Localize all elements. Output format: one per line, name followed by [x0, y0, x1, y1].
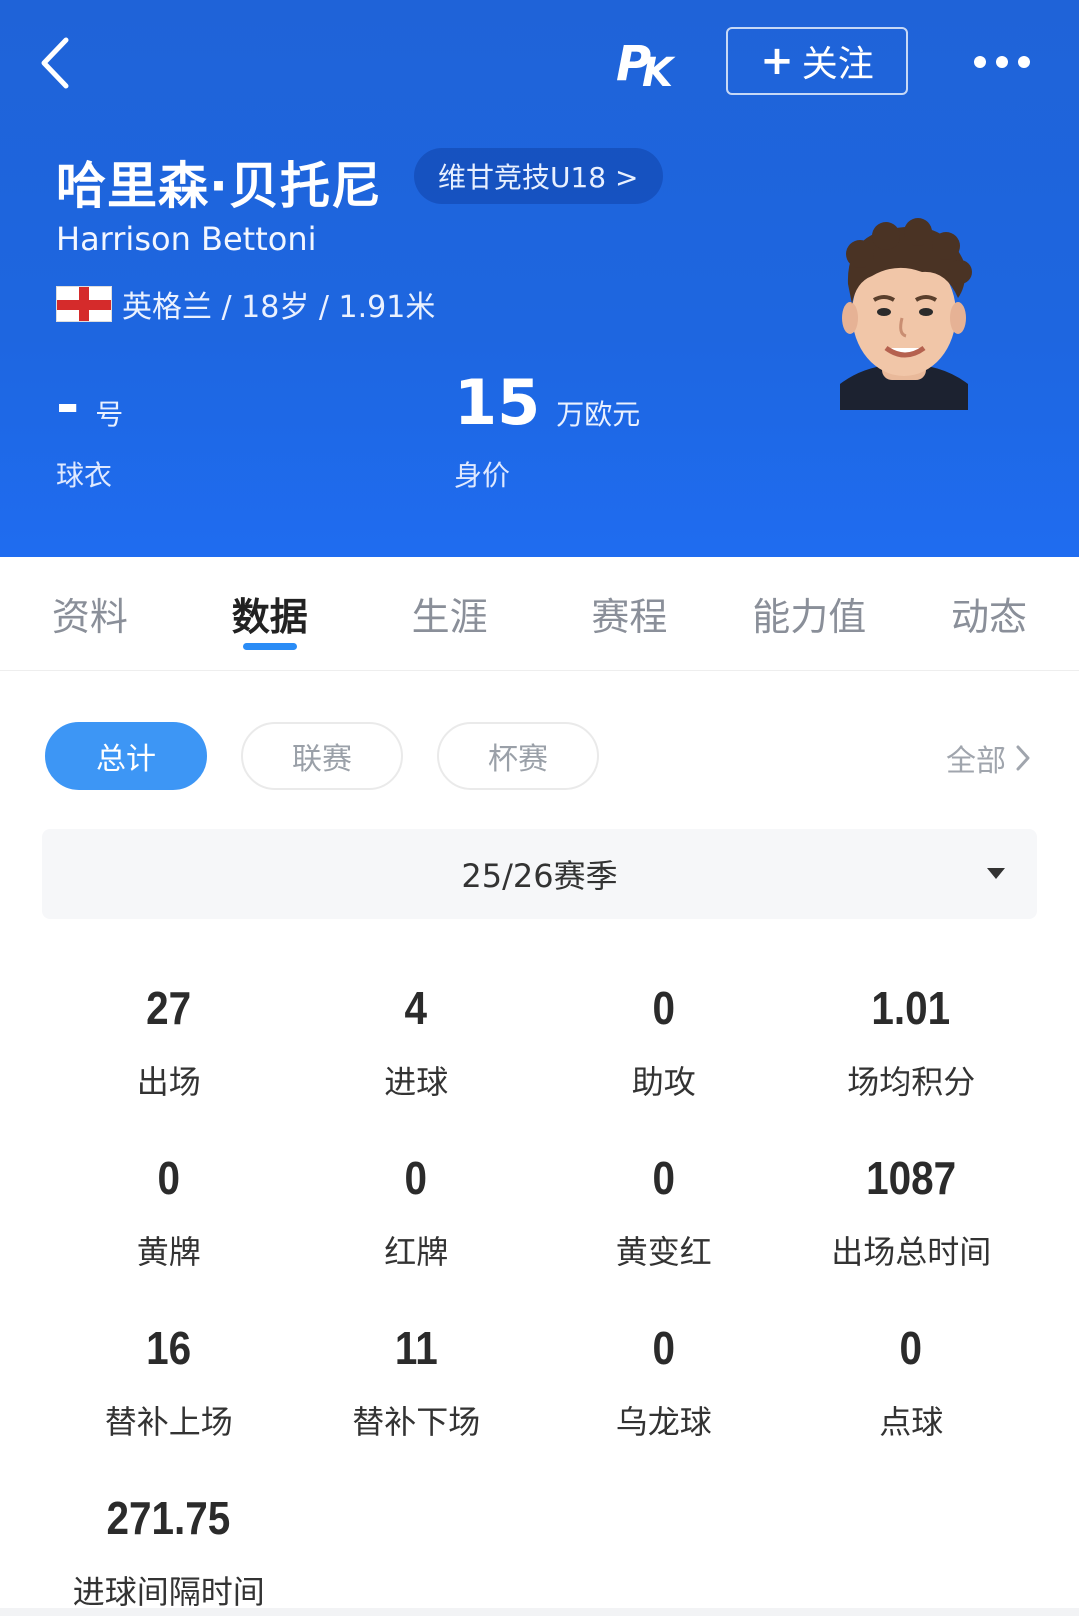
stat-value: 27: [146, 982, 192, 1034]
stat-label: 出场: [136, 1063, 201, 1101]
stat-value: 1.01: [871, 982, 951, 1034]
stat-value: 1087: [866, 1152, 957, 1204]
main-tabs: 资料 数据 生涯 赛程 能力值 动态: [0, 557, 1079, 671]
stat-label: 乌龙球: [615, 1403, 712, 1441]
stat-value: 0: [404, 1152, 428, 1204]
follow-button[interactable]: + 关注: [726, 27, 908, 95]
england-flag-icon: [56, 286, 112, 322]
filter-league-chip[interactable]: 联赛: [241, 722, 403, 790]
season-dropdown[interactable]: 25/26赛季: [42, 829, 1037, 919]
stat-label: 进球间隔时间: [72, 1573, 265, 1611]
all-competitions-link[interactable]: 全部: [946, 736, 1032, 780]
player-avatar: [840, 218, 972, 410]
follow-label: 关注: [801, 44, 874, 85]
tab-schedule[interactable]: 赛程: [539, 557, 719, 670]
svg-text:K: K: [642, 50, 676, 90]
plus-icon: +: [760, 38, 794, 84]
jersey-number: - 号: [56, 378, 123, 434]
bottom-divider: [0, 1608, 1079, 1616]
jersey-number-unit: 号: [95, 398, 124, 431]
tab-stats[interactable]: 数据: [180, 557, 360, 670]
market-value-number: 15: [454, 366, 541, 439]
player-header: P K + 关注 哈里森·贝托尼 维甘竞技U18 > Harrison Bett…: [0, 0, 1079, 557]
jersey-label: 球衣: [56, 459, 113, 492]
stat-item: 16 替补上场: [45, 1325, 293, 1443]
season-value: 25/26赛季: [461, 857, 618, 895]
stat-label: 点球: [879, 1403, 944, 1441]
pk-logo-icon: P K: [616, 36, 676, 90]
team-link[interactable]: 维甘竞技U18 >: [414, 148, 663, 204]
competition-filters: 总计 联赛 杯赛: [45, 722, 599, 790]
nation-age-height: 英格兰 / 18岁 / 1.91米: [122, 290, 436, 325]
stat-label: 红牌: [384, 1233, 449, 1271]
back-arrow-icon[interactable]: [36, 34, 76, 92]
stat-value: 0: [652, 1322, 676, 1374]
stat-item: 11 替补下场: [293, 1325, 541, 1443]
market-value-label: 身价: [454, 459, 511, 492]
stat-item: 0 乌龙球: [540, 1325, 788, 1443]
player-name-cn: 哈里森·贝托尼: [56, 157, 382, 215]
stat-item: 0 红牌: [293, 1155, 541, 1273]
stat-item: 4 进球: [293, 985, 541, 1103]
stat-label: 进球: [384, 1063, 449, 1101]
market-value-unit: 万欧元: [556, 398, 641, 431]
stat-item: 1087 出场总时间: [788, 1155, 1036, 1273]
stat-value: 0: [157, 1152, 181, 1204]
tab-profile[interactable]: 资料: [0, 557, 180, 670]
stat-value: 16: [146, 1322, 192, 1374]
stat-label: 替补下场: [352, 1403, 481, 1441]
stat-value: 4: [404, 982, 428, 1034]
stat-item: 0 助攻: [540, 985, 788, 1103]
stat-item: 27 出场: [45, 985, 293, 1103]
stat-item: 0 黄牌: [45, 1155, 293, 1273]
stat-label: 替补上场: [104, 1403, 233, 1441]
filter-total-chip[interactable]: 总计: [45, 722, 207, 790]
all-label: 全部: [946, 744, 1006, 779]
stats-grid: 27 出场 4 进球 0 助攻 1.01 场均积分 0 黄牌 0 红牌 0 黄变红 1087 出…: [45, 985, 1035, 1613]
more-options-icon[interactable]: [974, 50, 1034, 74]
stat-value: 11: [394, 1322, 438, 1374]
tab-ratings[interactable]: 能力值: [719, 557, 899, 670]
nation-info: 英格兰 / 18岁 / 1.91米: [56, 282, 435, 326]
jersey-number-value: -: [56, 373, 80, 438]
stat-value: 271.75: [106, 1492, 231, 1544]
stat-value: 0: [899, 1322, 923, 1374]
tab-career[interactable]: 生涯: [360, 557, 540, 670]
stat-item: 271.75 进球间隔时间: [45, 1495, 293, 1613]
stat-value: 0: [652, 982, 676, 1034]
dropdown-caret-icon: [987, 868, 1005, 879]
tab-news[interactable]: 动态: [899, 557, 1079, 670]
stat-label: 黄变红: [615, 1233, 712, 1271]
stat-value: 0: [652, 1152, 676, 1204]
market-value: 15 万欧元: [454, 372, 640, 434]
stat-item: 0 点球: [788, 1325, 1036, 1443]
chevron-right-icon: [1016, 745, 1030, 771]
stat-label: 助攻: [631, 1063, 696, 1101]
stat-item: 1.01 场均积分: [788, 985, 1036, 1103]
player-name-en: Harrison Bettoni: [56, 220, 317, 258]
filter-cup-chip[interactable]: 杯赛: [437, 722, 599, 790]
stat-label: 出场总时间: [831, 1233, 992, 1271]
stat-label: 场均积分: [847, 1063, 976, 1101]
stat-label: 黄牌: [136, 1233, 201, 1271]
stat-item: 0 黄变红: [540, 1155, 788, 1273]
